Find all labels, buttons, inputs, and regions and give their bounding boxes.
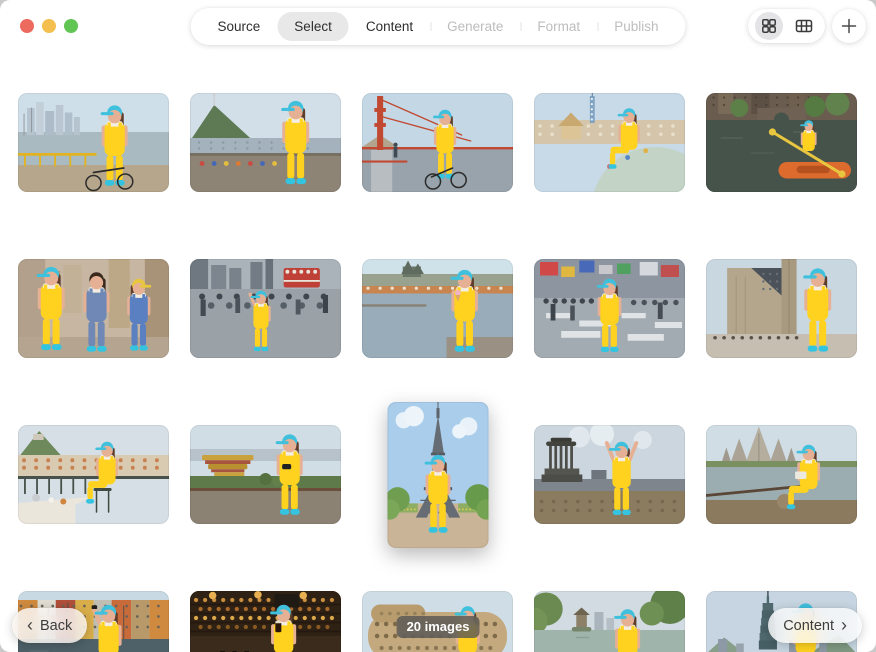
photo-cell bbox=[190, 425, 341, 524]
grid-view-button[interactable] bbox=[755, 12, 783, 40]
photo-cell bbox=[190, 591, 341, 652]
photo-vienna-cathedral[interactable] bbox=[706, 259, 857, 358]
photo-wat-arun-boat[interactable] bbox=[706, 425, 857, 524]
photo-cell bbox=[362, 425, 513, 524]
step-content[interactable]: Content bbox=[349, 12, 430, 41]
photo-edinburgh-monument[interactable] bbox=[534, 425, 685, 524]
photo-eiffel-tower[interactable] bbox=[387, 402, 488, 548]
photo-forbidden-city-view[interactable] bbox=[190, 425, 341, 524]
add-button[interactable] bbox=[832, 9, 866, 43]
photo-cell bbox=[534, 93, 685, 192]
photo-pub-beer[interactable] bbox=[190, 591, 341, 652]
step-publish: Publish bbox=[597, 12, 675, 41]
table-view-icon bbox=[795, 17, 813, 35]
photo-cell bbox=[190, 93, 341, 192]
photo-seoul-hill[interactable] bbox=[190, 93, 341, 192]
photo-prague-river[interactable] bbox=[362, 259, 513, 358]
app-window: Source Select Content Generate Format Pu… bbox=[0, 0, 876, 652]
back-button[interactable]: ‹ Back bbox=[12, 608, 87, 643]
step-format: Format bbox=[520, 12, 597, 41]
photo-cell bbox=[706, 93, 857, 192]
table-view-button[interactable] bbox=[790, 12, 818, 40]
photo-cell bbox=[534, 259, 685, 358]
step-source[interactable]: Source bbox=[201, 12, 278, 41]
grid-view-icon bbox=[760, 17, 778, 35]
image-count-badge: 20 images bbox=[397, 616, 480, 638]
photo-golden-gate-bridge[interactable] bbox=[362, 93, 513, 192]
photo-park-guell[interactable] bbox=[534, 93, 685, 192]
step-generate: Generate bbox=[430, 12, 520, 41]
close-window-button[interactable] bbox=[20, 19, 34, 33]
content-button-label: Content bbox=[783, 618, 834, 634]
photo-street-couple[interactable] bbox=[18, 259, 169, 358]
photo-london-crowd[interactable] bbox=[190, 259, 341, 358]
window-controls bbox=[20, 19, 78, 33]
photo-cell bbox=[534, 425, 685, 524]
photo-bike-waterfront[interactable] bbox=[18, 93, 169, 192]
photo-cell bbox=[190, 259, 341, 358]
back-button-label: Back bbox=[40, 618, 72, 634]
zoom-window-button[interactable] bbox=[64, 19, 78, 33]
photo-terrace-cafe[interactable] bbox=[18, 425, 169, 524]
photo-cell bbox=[706, 425, 857, 524]
chevron-left-icon: ‹ bbox=[27, 616, 33, 634]
photo-tokyo-crossing[interactable] bbox=[534, 259, 685, 358]
photo-cell bbox=[362, 93, 513, 192]
photo-hanoi-lake[interactable] bbox=[534, 591, 685, 652]
step-select[interactable]: Select bbox=[277, 12, 349, 41]
content-button[interactable]: Content › bbox=[768, 608, 862, 643]
photo-grid bbox=[18, 93, 857, 652]
photo-cell bbox=[18, 425, 169, 524]
chevron-right-icon: › bbox=[841, 616, 847, 634]
photo-cell bbox=[18, 93, 169, 192]
photo-canal-kayak[interactable] bbox=[706, 93, 857, 192]
workflow-step-nav: Source Select Content Generate Format Pu… bbox=[191, 8, 686, 45]
photo-cell bbox=[706, 259, 857, 358]
view-toggle bbox=[748, 9, 825, 43]
minimize-window-button[interactable] bbox=[42, 19, 56, 33]
photo-cell bbox=[534, 591, 685, 652]
photo-cell bbox=[18, 259, 169, 358]
photo-cell bbox=[362, 259, 513, 358]
plus-icon bbox=[840, 17, 858, 35]
